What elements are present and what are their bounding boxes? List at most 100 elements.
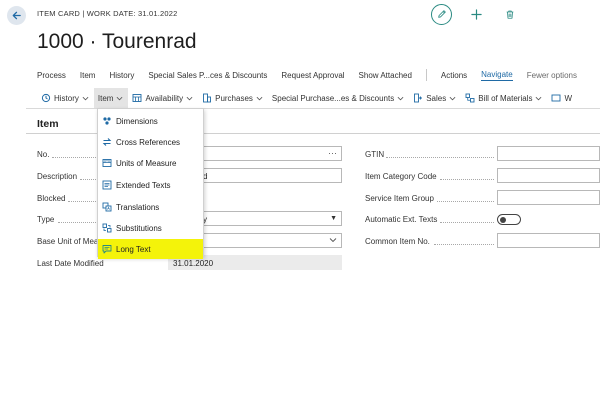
ribbon-item-label: Item	[97, 93, 114, 103]
item-category-code-field[interactable]	[497, 168, 600, 183]
purchases-icon	[202, 93, 212, 103]
ellipsis-icon[interactable]: ···	[328, 148, 337, 158]
chevron-down-icon	[116, 95, 123, 102]
field-label-base-unit: Base Unit of Meas	[37, 237, 103, 246]
ribbon-bill-of-materials[interactable]: Bill of Materials	[461, 88, 547, 108]
field-dots	[434, 244, 494, 245]
long-text-icon	[102, 244, 112, 254]
field-label-last-date-modified: Last Date Modified	[37, 259, 104, 268]
field-dots	[386, 157, 494, 158]
menu-item-label: Translations	[116, 202, 160, 212]
menu-item-units-of-measure[interactable]: Units of Measure	[98, 153, 203, 173]
action-show-attached[interactable]: Show Attached	[359, 71, 412, 80]
ribbon-availability[interactable]: Availability	[128, 88, 198, 108]
menu-item-label: Long Text	[116, 244, 151, 254]
field-label-no: No.	[37, 150, 50, 159]
cross-references-icon	[102, 137, 112, 147]
ribbon-availability-label: Availability	[145, 93, 184, 103]
bom-icon	[465, 93, 475, 103]
chevron-down-icon	[397, 95, 404, 102]
delete-button[interactable]	[502, 6, 518, 22]
description-field[interactable]: d	[198, 168, 342, 183]
plus-icon	[470, 8, 482, 20]
field-label-type: Type	[37, 215, 55, 224]
chevron-down-icon	[535, 95, 542, 102]
fewer-options-button[interactable]: Fewer options	[527, 71, 577, 80]
pencil-icon	[437, 10, 446, 18]
trash-icon	[506, 10, 514, 19]
field-dots	[440, 222, 494, 223]
action-process[interactable]: Process	[37, 71, 66, 80]
service-item-group-field[interactable]	[497, 190, 600, 205]
action-special-sales-prices[interactable]: Special Sales P...ces & Discounts	[148, 71, 267, 80]
no-field[interactable]: ···	[198, 146, 342, 161]
ribbon-more-label: W	[564, 93, 573, 103]
menu-item-long-text[interactable]: Long Text	[98, 239, 203, 259]
base-unit-field[interactable]	[198, 233, 342, 248]
history-icon	[41, 93, 51, 103]
toggle-knob	[500, 216, 506, 223]
field-label-service-item-group: Service Item Group	[365, 194, 434, 203]
field-dots	[80, 179, 96, 180]
field-dots	[52, 157, 96, 158]
action-divider	[425, 69, 427, 81]
ribbon-history-label: History	[54, 93, 79, 103]
field-label-automatic-ext-texts: Automatic Ext. Texts	[365, 215, 438, 224]
units-of-measure-icon	[102, 158, 112, 168]
top-actions	[431, 3, 514, 25]
edit-button[interactable]	[431, 3, 452, 25]
action-item[interactable]: Item	[80, 71, 96, 80]
action-request-approval[interactable]: Request Approval	[281, 71, 344, 80]
field-label-blocked: Blocked	[37, 194, 66, 203]
page-title: 1000 · Tourenrad	[37, 30, 197, 53]
ribbon-bom-label: Bill of Materials	[478, 93, 533, 103]
menu-item-cross-references[interactable]: Cross References	[98, 132, 203, 152]
ribbon-sales-label: Sales	[426, 93, 447, 103]
page-context: ITEM CARD | WORK DATE: 31.01.2022	[37, 9, 178, 18]
dimensions-icon	[102, 116, 112, 126]
navigate-ribbon: History Item Availability Purchases Spec…	[37, 88, 600, 108]
ribbon-history[interactable]: History	[37, 88, 94, 108]
section-title-item[interactable]: Item	[37, 118, 59, 130]
ribbon-item[interactable]: Item	[93, 88, 129, 108]
field-dots	[437, 201, 494, 202]
new-button[interactable]	[468, 6, 484, 22]
automatic-ext-texts-toggle[interactable]	[497, 214, 521, 225]
menu-item-extended-texts[interactable]: Extended Texts	[98, 175, 203, 195]
field-dots	[440, 179, 494, 180]
chevron-down-icon	[329, 236, 337, 246]
menu-item-label: Units of Measure	[116, 158, 177, 168]
menu-item-dimensions[interactable]: Dimensions	[98, 111, 203, 131]
field-label-gtin: GTIN	[365, 150, 385, 159]
substitutions-icon	[102, 223, 112, 233]
ribbon-purchases[interactable]: Purchases	[198, 88, 268, 108]
field-label-description: Description	[37, 172, 78, 181]
chevron-down-icon	[449, 95, 456, 102]
extended-texts-icon	[102, 180, 112, 190]
caret-down-icon: ▼	[330, 215, 337, 222]
common-item-no-field[interactable]	[497, 233, 600, 248]
menu-item-translations[interactable]: Translations	[98, 197, 203, 217]
ribbon-special-purchase-prices[interactable]: Special Purchase...es & Discounts	[268, 88, 409, 108]
gtin-field[interactable]	[497, 146, 600, 161]
action-bar: Process Item History Special Sales P...c…	[37, 63, 600, 87]
ribbon-purchases-label: Purchases	[215, 93, 253, 103]
ribbon-more[interactable]: W	[547, 88, 577, 108]
sales-icon	[413, 93, 423, 103]
ribbon-sales[interactable]: Sales	[409, 88, 461, 108]
arrow-left-icon	[12, 11, 21, 20]
item-dropdown-menu: Dimensions Cross References Units of Mea…	[97, 108, 204, 259]
menu-item-label: Cross References	[116, 137, 181, 147]
action-history[interactable]: History	[109, 71, 134, 80]
back-button[interactable]	[7, 6, 26, 25]
menu-item-label: Substitutions	[116, 223, 162, 233]
type-select[interactable]: y ▼	[198, 211, 342, 226]
action-actions-menu[interactable]: Actions	[441, 71, 467, 80]
last-date-modified-value: 31.01.2020	[173, 259, 214, 268]
chevron-down-icon	[256, 95, 263, 102]
ribbon-special-purchase-label: Special Purchase...es & Discounts	[271, 93, 395, 103]
menu-item-substitutions[interactable]: Substitutions	[98, 218, 203, 238]
menu-item-label: Dimensions	[116, 116, 158, 126]
availability-icon	[132, 93, 142, 103]
action-navigate-tab[interactable]: Navigate	[481, 70, 513, 81]
